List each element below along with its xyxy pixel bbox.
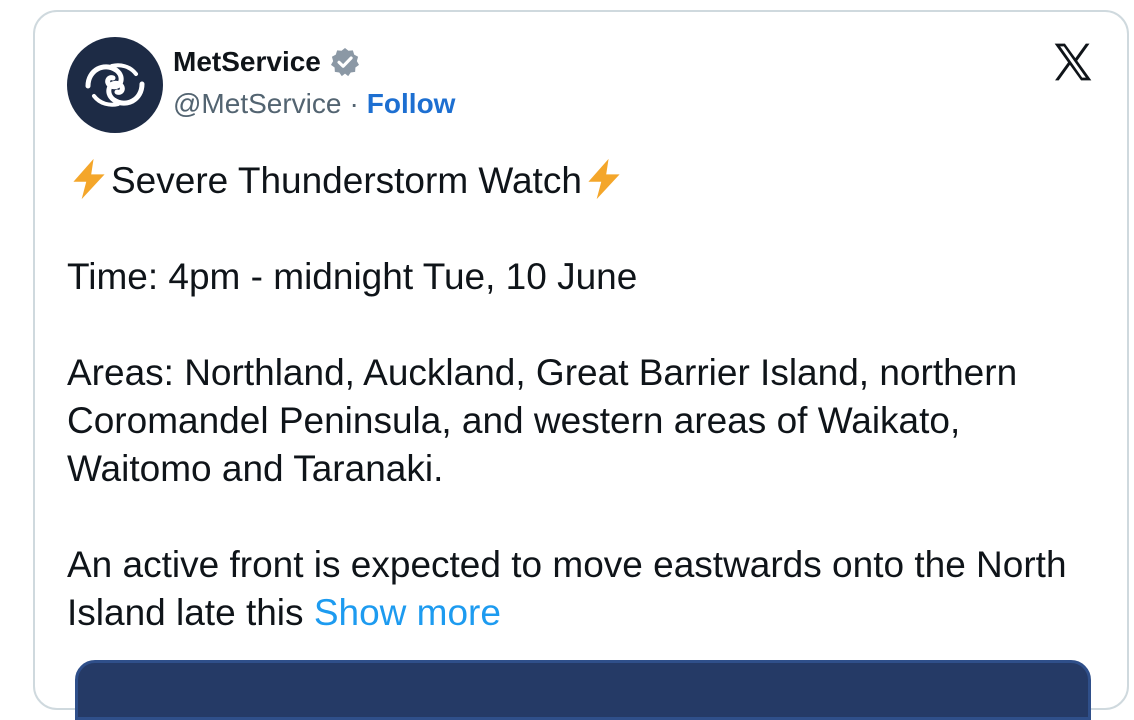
media-preview[interactable] [75,660,1091,720]
tweet-time: Time: 4pm - midnight Tue, 10 June [67,256,638,297]
lightning-bolt-emoji [588,158,620,200]
x-logo-icon[interactable] [1051,40,1095,84]
tweet-areas: Areas: Northland, Auckland, Great Barrie… [67,352,1018,489]
embedded-tweet-card[interactable]: MetService @MetService · Follow Severe T… [33,10,1129,720]
tweet-title-line: Severe Thunderstorm Watch [67,157,1087,205]
author-name-row: MetService [173,46,361,78]
follow-button[interactable]: Follow [367,88,456,120]
lightning-bolt-emoji [73,158,105,200]
author-handle[interactable]: @MetService [173,88,341,120]
verified-badge-icon [330,48,359,77]
tweet-body: Severe Thunderstorm Watch Time: 4pm - mi… [67,157,1087,685]
author-display-name[interactable]: MetService [173,46,321,78]
tweet-summary: An active front is expected to move east… [67,544,1067,633]
show-more-link[interactable]: Show more [314,592,501,633]
tweet-title: Severe Thunderstorm Watch [111,160,582,201]
author-handle-row: @MetService · Follow [173,88,455,120]
author-avatar[interactable] [67,37,163,133]
metservice-logo [85,63,145,107]
separator-dot: · [349,88,359,119]
tweet-summary-line: An active front is expected to move east… [67,541,1087,637]
